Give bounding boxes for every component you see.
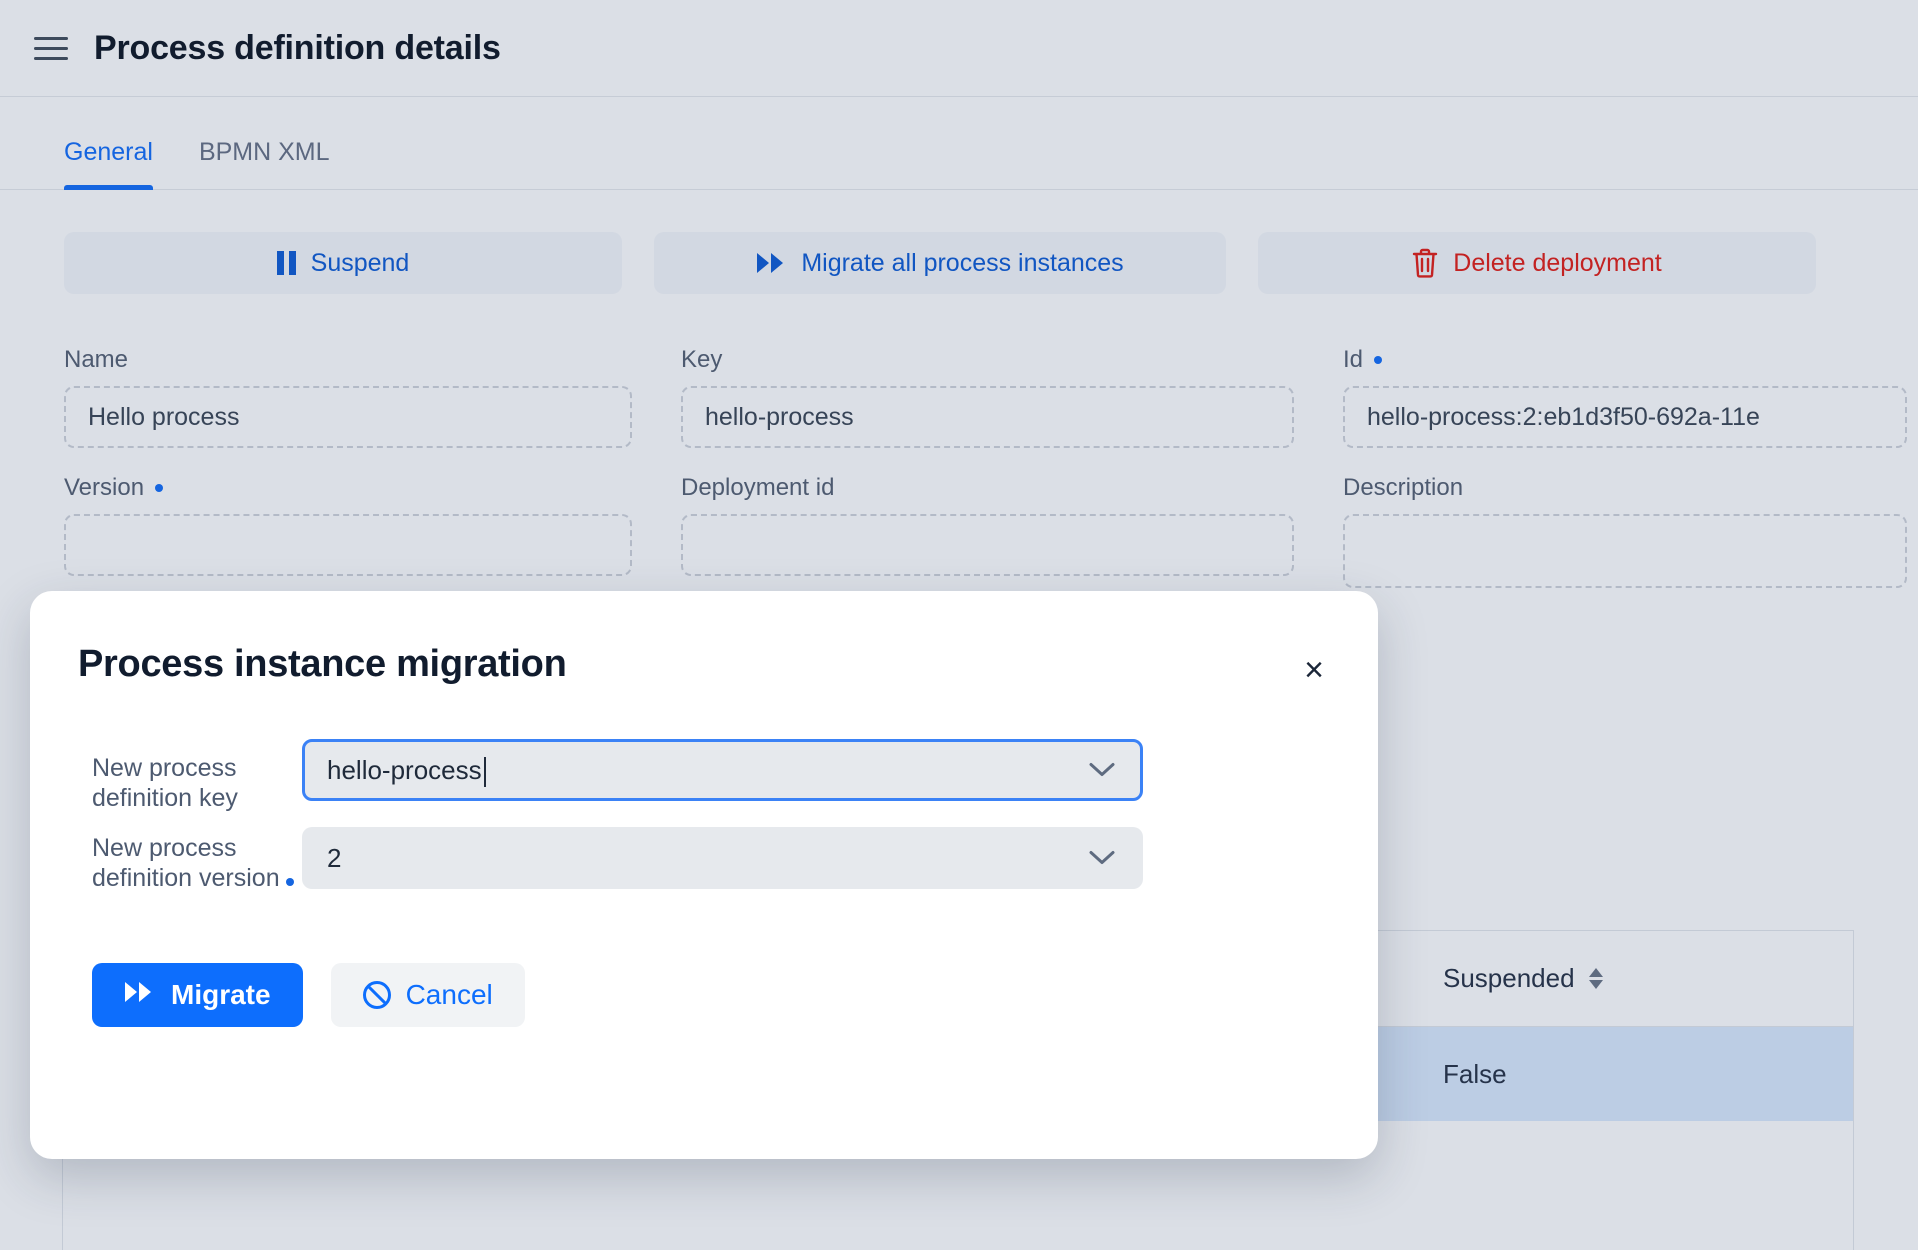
new-process-definition-version-label: New process definition version xyxy=(92,827,302,893)
field-version-label-text: Version xyxy=(64,474,144,502)
pause-icon xyxy=(277,251,296,275)
required-dot-icon xyxy=(1374,356,1382,364)
migrate-all-button-label: Migrate all process instances xyxy=(801,249,1123,278)
field-version: Version xyxy=(64,474,632,588)
trash-icon xyxy=(1412,248,1438,278)
field-key-label-text: Key xyxy=(681,346,722,374)
new-process-definition-version-label-text: New process definition version xyxy=(92,834,280,892)
cancel-button[interactable]: Cancel xyxy=(331,963,525,1027)
new-process-definition-version-value: 2 xyxy=(327,843,341,874)
top-bar: Process definition details xyxy=(0,0,1918,97)
new-process-definition-key-select[interactable]: hello-process xyxy=(302,739,1143,801)
definition-fields-grid: Name Hello process Key hello-process Id … xyxy=(0,294,1918,588)
field-description-label-text: Description xyxy=(1343,474,1463,502)
migrate-all-process-instances-button[interactable]: Migrate all process instances xyxy=(654,232,1226,294)
new-process-definition-key-label-text: New process definition key xyxy=(92,754,238,812)
tab-bar: General BPMN XML xyxy=(0,97,1918,190)
field-version-value[interactable] xyxy=(64,514,632,576)
field-deployment-id-label-text: Deployment id xyxy=(681,474,834,502)
field-id-value[interactable]: hello-process:2:eb1d3f50-692a-11e xyxy=(1343,386,1907,448)
field-key: Key hello-process xyxy=(681,346,1294,448)
new-process-definition-key-value: hello-process xyxy=(327,755,482,786)
field-name-label: Name xyxy=(64,346,632,374)
field-version-label: Version xyxy=(64,474,632,502)
new-process-definition-version-select[interactable]: 2 xyxy=(302,827,1143,889)
fast-forward-icon xyxy=(124,979,154,1011)
migrate-button-label: Migrate xyxy=(171,979,271,1011)
page-title: Process definition details xyxy=(94,29,501,68)
field-description-label: Description xyxy=(1343,474,1907,502)
tab-general[interactable]: General xyxy=(64,138,153,189)
action-button-row: Suspend Migrate all process instances De… xyxy=(0,190,1918,294)
dialog-header: Process instance migration × xyxy=(30,591,1378,691)
delete-deployment-button-label: Delete deployment xyxy=(1453,249,1661,278)
tab-bpmn-xml[interactable]: BPMN XML xyxy=(199,138,330,189)
column-header-suspended[interactable]: Suspended xyxy=(1443,963,1575,994)
field-description: Description xyxy=(1343,474,1907,588)
field-id: Id hello-process:2:eb1d3f50-692a-11e xyxy=(1343,346,1907,448)
hamburger-menu-icon[interactable] xyxy=(34,33,68,63)
chevron-down-icon xyxy=(1088,755,1116,786)
new-process-definition-version-row: New process definition version 2 xyxy=(92,827,1378,893)
dialog-title: Process instance migration xyxy=(78,643,566,686)
cancel-button-label: Cancel xyxy=(406,979,493,1011)
suspend-button[interactable]: Suspend xyxy=(64,232,622,294)
chevron-down-icon xyxy=(1088,843,1116,874)
hamburger-bar xyxy=(34,37,68,40)
field-key-value[interactable]: hello-process xyxy=(681,386,1294,448)
field-description-value[interactable] xyxy=(1343,514,1907,588)
migrate-button[interactable]: Migrate xyxy=(92,963,303,1027)
cell-suspended: False xyxy=(1443,1059,1507,1090)
ban-icon xyxy=(363,981,391,1009)
field-name-value[interactable]: Hello process xyxy=(64,386,632,448)
field-name-label-text: Name xyxy=(64,346,128,374)
hamburger-bar xyxy=(34,57,68,60)
field-key-label: Key xyxy=(681,346,1294,374)
field-id-label-text: Id xyxy=(1343,346,1363,374)
required-dot-icon xyxy=(155,484,163,492)
field-name: Name Hello process xyxy=(64,346,632,448)
field-deployment-id: Deployment id xyxy=(681,474,1294,588)
close-icon[interactable]: × xyxy=(1298,649,1330,691)
process-instance-migration-dialog: Process instance migration × New process… xyxy=(30,591,1378,1159)
field-id-label: Id xyxy=(1343,346,1907,374)
field-deployment-id-value[interactable] xyxy=(681,514,1294,576)
sort-arrows-icon[interactable] xyxy=(1589,968,1603,989)
hamburger-bar xyxy=(34,47,68,50)
dialog-body: New process definition key hello-process… xyxy=(30,691,1378,893)
delete-deployment-button[interactable]: Delete deployment xyxy=(1258,232,1816,294)
suspend-button-label: Suspend xyxy=(311,249,410,278)
dialog-footer: Migrate Cancel xyxy=(30,907,1378,1027)
new-process-definition-key-row: New process definition key hello-process xyxy=(92,739,1378,813)
fast-forward-icon xyxy=(756,251,786,275)
new-process-definition-key-label: New process definition key xyxy=(92,739,302,813)
required-dot-icon xyxy=(286,878,294,886)
field-deployment-id-label: Deployment id xyxy=(681,474,1294,502)
